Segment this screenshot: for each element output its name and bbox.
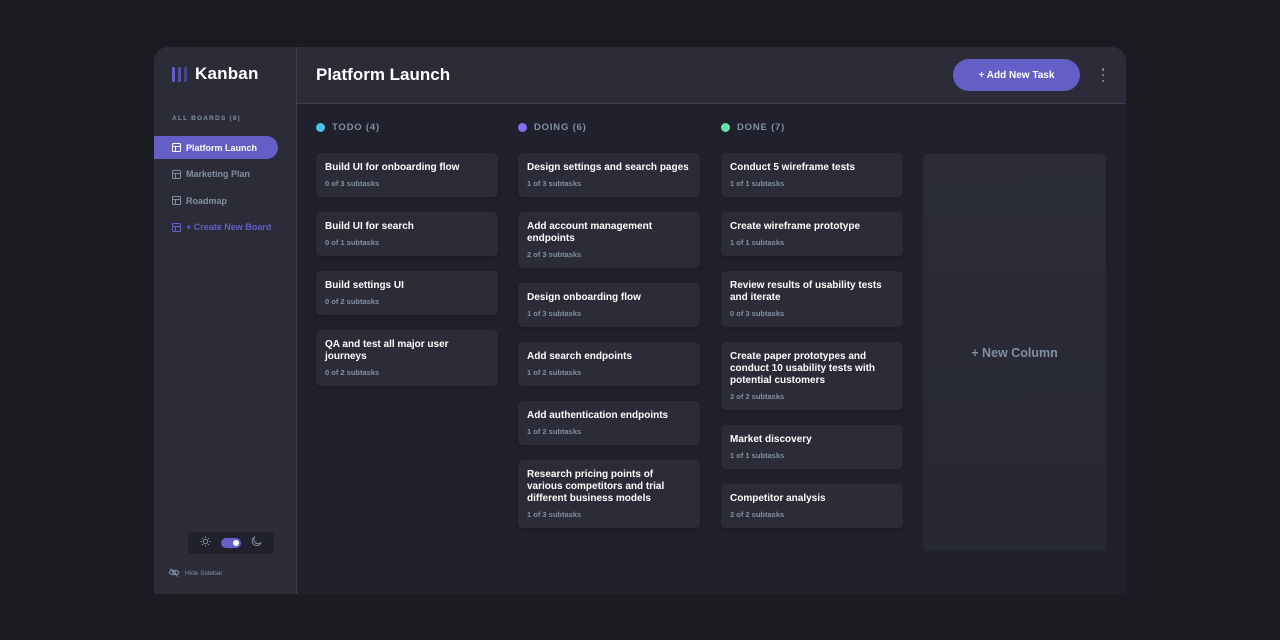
task-title: Conduct 5 wireframe tests (730, 162, 856, 173)
task-title: Market discovery (730, 434, 812, 445)
task-card[interactable]: Build settings UI 0 of 2 subtasks (316, 271, 498, 315)
column-color-dot (721, 122, 730, 132)
task-subtask-count: 1 of 1 subtasks (730, 238, 785, 247)
task-title: Research pricing points of various compe… (527, 469, 665, 504)
column-title: TODO (4) (332, 121, 380, 133)
task-subtask-count: 0 of 3 subtasks (325, 179, 380, 188)
task-subtask-count: 1 of 2 subtasks (527, 427, 582, 436)
task-card[interactable]: Build UI for onboarding flow 0 of 3 subta… (316, 153, 498, 197)
task-card[interactable]: Competitor analysis 2 of 2 subtasks (721, 484, 903, 528)
task-card[interactable]: Market discovery 1 of 1 subtasks (721, 425, 903, 469)
eye-slash-icon (168, 568, 180, 579)
vertical-ellipsis-icon[interactable] (1099, 68, 1107, 82)
logo-icon (172, 66, 187, 82)
task-card[interactable]: QA and test all major user journeys 0 of … (316, 330, 498, 386)
all-boards-heading: ALL BOARDS (8) (172, 115, 242, 122)
task-title: Competitor analysis (730, 493, 826, 504)
board-icon (172, 143, 181, 152)
task-title: Create paper prototypes and conduct 10 u… (730, 351, 876, 386)
task-subtask-count: 1 of 2 subtasks (527, 368, 582, 377)
task-list: Conduct 5 wireframe tests 1 of 1 subtasks… (721, 153, 903, 528)
board-list: Platform Launch Marketing Plan Roadmap +… (154, 136, 278, 242)
task-title: Add search endpoints (527, 351, 633, 362)
column-color-dot (316, 122, 325, 132)
task-title: Build settings UI (325, 280, 404, 291)
task-title: Design settings and search pages (527, 162, 689, 173)
sun-icon (200, 534, 211, 552)
task-title: Build UI for onboarding flow (325, 162, 460, 173)
task-title: Design onboarding flow (527, 292, 641, 303)
board: TODO (4) Build UI for onboarding flow 0 o… (297, 104, 1126, 594)
task-card[interactable]: Design settings and search pages 1 of 3 s… (518, 153, 700, 197)
task-subtask-count: 1 of 1 subtasks (730, 451, 785, 460)
moon-icon (251, 534, 262, 552)
task-card[interactable]: Add authentication endpoints 1 of 2 subta… (518, 401, 700, 445)
task-subtask-count: 1 of 3 subtasks (527, 179, 582, 188)
theme-switch[interactable] (221, 538, 241, 548)
task-card[interactable]: Design onboarding flow 1 of 3 subtasks (518, 283, 700, 327)
column-done: DONE (7) Conduct 5 wireframe tests 1 of 1… (721, 122, 903, 543)
column-header: DONE (7) (721, 121, 903, 133)
column-todo: TODO (4) Build UI for onboarding flow 0 o… (316, 122, 498, 401)
column-color-dot (518, 122, 527, 132)
sidebar: Kanban ALL BOARDS (8) Platform Launch Ma… (154, 47, 297, 594)
task-subtask-count: 0 of 2 subtasks (325, 368, 380, 377)
task-card[interactable]: Create paper prototypes and conduct 10 u… (721, 342, 903, 410)
column-title: DOING (6) (534, 121, 587, 133)
task-subtask-count: 1 of 3 subtasks (527, 510, 582, 519)
task-subtask-count: 0 of 3 subtasks (730, 309, 785, 318)
theme-toggle (188, 532, 274, 554)
board-icon (172, 196, 181, 205)
board-icon (172, 222, 181, 232)
sidebar-item-platform-launch[interactable]: Platform Launch (154, 136, 278, 159)
hide-sidebar-label: Hide Sidebar (185, 570, 223, 577)
task-card[interactable]: Add search endpoints 1 of 2 subtasks (518, 342, 700, 386)
column-header: TODO (4) (316, 121, 498, 133)
column-doing: DOING (6) Design settings and search pag… (518, 122, 700, 543)
sidebar-item-label: Marketing Plan (186, 169, 251, 179)
task-subtask-count: 0 of 1 subtasks (325, 238, 380, 247)
column-title: DONE (7) (737, 121, 786, 133)
column-header: DOING (6) (518, 121, 700, 133)
task-title: Build UI for search (325, 221, 414, 232)
task-title: Create wireframe prototype (730, 221, 861, 232)
task-list: Build UI for onboarding flow 0 of 3 subta… (316, 153, 498, 386)
task-subtask-count: 0 of 2 subtasks (325, 297, 380, 306)
task-card[interactable]: Build UI for search 0 of 1 subtasks (316, 212, 498, 256)
theme-switch-knob (233, 540, 239, 546)
task-card[interactable]: Add account management endpoints 2 of 3 s… (518, 212, 700, 268)
task-title: Add authentication endpoints (527, 410, 669, 421)
app-logo: Kanban (172, 64, 259, 84)
hide-sidebar-button[interactable]: Hide Sidebar (168, 568, 223, 579)
new-column-button[interactable]: + New Column (923, 154, 1106, 551)
sidebar-item-label: Roadmap (186, 195, 228, 206)
task-subtask-count: 2 of 2 subtasks (730, 510, 785, 519)
add-new-task-button[interactable]: + Add New Task (953, 59, 1080, 91)
task-subtask-count: 1 of 3 subtasks (527, 309, 582, 318)
sidebar-item-marketing-plan[interactable]: Marketing Plan (154, 163, 278, 186)
task-card[interactable]: Create wireframe prototype 1 of 1 subtask… (721, 212, 903, 256)
task-card[interactable]: Review results of usability tests and it… (721, 271, 903, 327)
sidebar-item-roadmap[interactable]: Roadmap (154, 189, 278, 212)
task-card[interactable]: Research pricing points of various compe… (518, 460, 700, 528)
task-title: Review results of usability tests and it… (730, 280, 882, 303)
task-subtask-count: 2 of 3 subtasks (527, 250, 582, 259)
page-title: Platform Launch (316, 65, 451, 84)
header: Platform Launch + Add New Task (297, 47, 1126, 104)
board-icon (172, 169, 181, 179)
app-title: Kanban (195, 64, 259, 83)
task-title: Add account management endpoints (527, 221, 653, 244)
create-new-board-button[interactable]: + Create New Board (154, 216, 278, 239)
task-list: Design settings and search pages 1 of 3 s… (518, 153, 700, 528)
task-subtask-count: 1 of 1 subtasks (730, 179, 785, 188)
task-title: QA and test all major user journeys (325, 339, 449, 362)
create-new-board-label: + Create New Board (186, 222, 272, 232)
kanban-app: Kanban ALL BOARDS (8) Platform Launch Ma… (154, 47, 1126, 594)
task-card[interactable]: Conduct 5 wireframe tests 1 of 1 subtasks (721, 153, 903, 197)
task-subtask-count: 2 of 2 subtasks (730, 392, 785, 401)
sidebar-item-label: Platform Launch (186, 142, 258, 153)
